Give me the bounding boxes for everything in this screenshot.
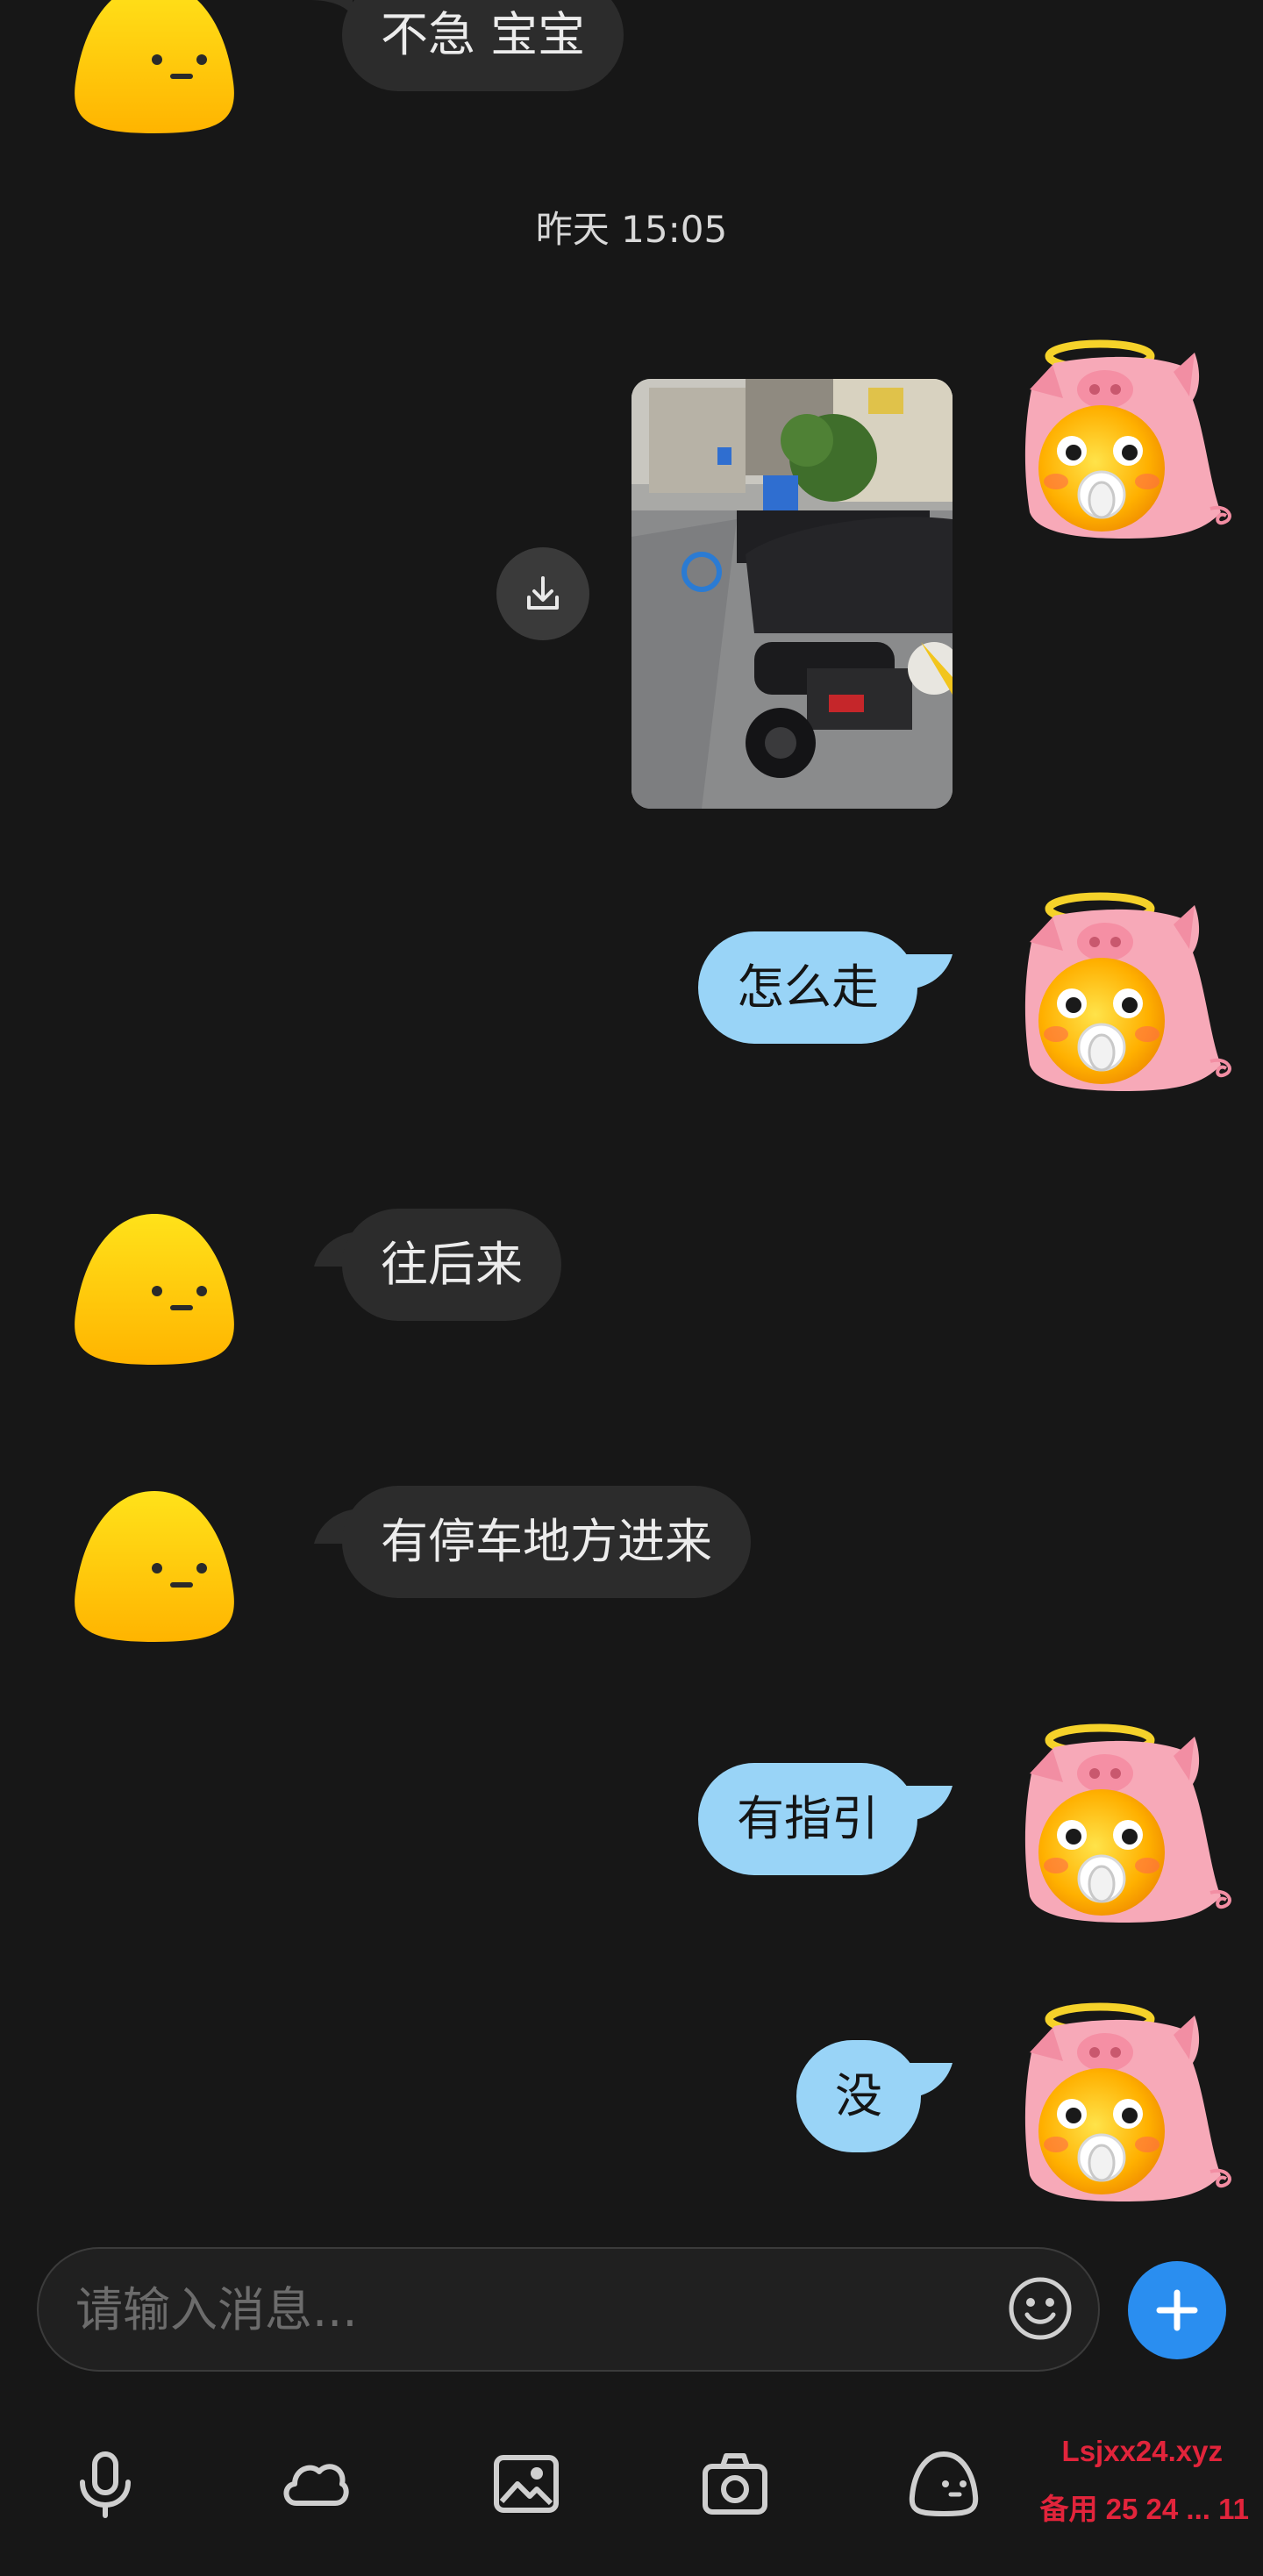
user-avatar[interactable] bbox=[1019, 1721, 1237, 1931]
street-scooters-photo bbox=[632, 379, 953, 809]
download-icon bbox=[527, 576, 559, 610]
timestamp-divider: 昨天 15:05 bbox=[535, 208, 728, 251]
contact-avatar[interactable] bbox=[68, 1486, 240, 1645]
message-composer bbox=[37, 2247, 1100, 2372]
image-message-photo[interactable] bbox=[632, 379, 953, 809]
microphone-icon[interactable] bbox=[70, 2449, 140, 2519]
message-bubble-incoming[interactable]: 往后来 bbox=[342, 1209, 561, 1321]
contact-avatar[interactable] bbox=[68, 1209, 240, 1368]
download-button[interactable] bbox=[496, 547, 589, 640]
watermark-domain: Lsjxx24.xyz bbox=[1061, 2435, 1223, 2467]
user-avatar[interactable] bbox=[1019, 889, 1237, 1100]
watermark-backup: 备用 25 24 ... 11 bbox=[1039, 2493, 1249, 2525]
message-bubble-incoming[interactable]: 有停车地方进来 bbox=[342, 1486, 751, 1598]
more-options-button[interactable] bbox=[1128, 2261, 1226, 2359]
user-avatar[interactable] bbox=[1019, 337, 1237, 547]
contact-avatar[interactable] bbox=[68, 0, 240, 137]
bubble-tail bbox=[903, 2063, 953, 2098]
message-bubble-outgoing[interactable]: 怎么走 bbox=[698, 931, 917, 1044]
plus-icon bbox=[1156, 2289, 1198, 2331]
message-input[interactable] bbox=[75, 2249, 953, 2370]
user-avatar[interactable] bbox=[1019, 2000, 1237, 2210]
image-icon[interactable] bbox=[491, 2449, 561, 2519]
camera-icon[interactable] bbox=[700, 2449, 770, 2519]
bubble-tail bbox=[903, 954, 953, 989]
emoji-icon[interactable] bbox=[1007, 2275, 1074, 2342]
bubble-tail bbox=[903, 1786, 953, 1821]
message-bubble-outgoing[interactable]: 没 bbox=[796, 2040, 921, 2152]
message-bubble-outgoing[interactable]: 有指引 bbox=[698, 1763, 917, 1875]
cloud-icon[interactable] bbox=[279, 2449, 349, 2519]
message-bubble-incoming[interactable]: 不急 宝宝 bbox=[342, 0, 624, 91]
